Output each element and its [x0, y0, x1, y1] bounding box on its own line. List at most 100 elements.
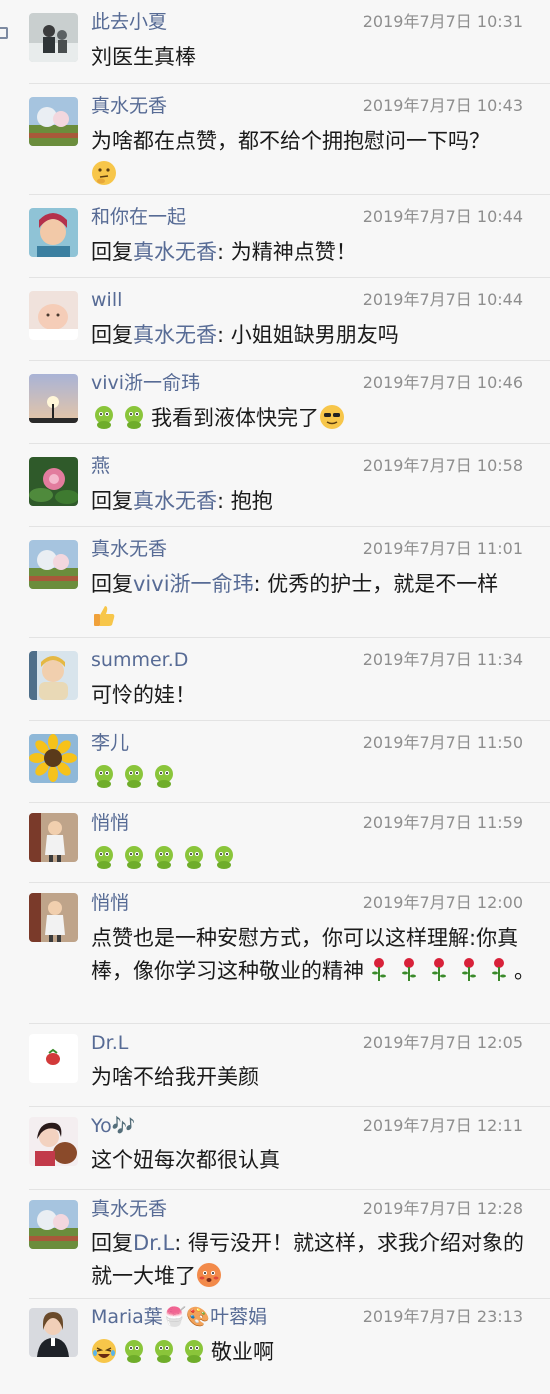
reply-to-link[interactable]: vivi浙一俞玮	[133, 572, 254, 596]
green-face-emoji-icon	[91, 763, 117, 789]
reply-prefix: 回复	[91, 572, 133, 596]
comment-text: 可怜的娃！	[91, 679, 536, 712]
comment-item[interactable]: 真水无香 2019年7月7日 12:28 回复Dr.L: 得亏没开！就这样，求我…	[0, 1190, 550, 1299]
avatar[interactable]	[29, 374, 78, 423]
comment-time: 2019年7月7日 12:00	[362, 893, 523, 912]
avatar[interactable]	[29, 208, 78, 257]
avatar[interactable]	[29, 734, 78, 783]
thumbs-up-emoji-icon	[91, 603, 117, 629]
avatar[interactable]	[29, 457, 78, 506]
green-face-emoji-icon	[121, 404, 147, 430]
comment-item[interactable]: Dr.L 2019年7月7日 12:05 为啥不给我开美颜	[0, 1024, 550, 1107]
rose-icon	[458, 957, 480, 983]
comment-text-body: 点赞也是一种安慰方式，你可以这样理解:你真棒，像你学习这种敬业的精神	[91, 926, 519, 983]
comment-text: 回复真水无香: 为精神点赞！	[91, 236, 536, 269]
reply-to-link[interactable]: 真水无香	[133, 323, 217, 347]
comment-text: 回复Dr.L: 得亏没开！就这样，求我介绍对象的就一大堆了	[91, 1227, 536, 1293]
comment-text: 为啥不给我开美颜	[91, 1061, 536, 1094]
sunglasses-emoji-icon	[319, 404, 345, 430]
comment-author[interactable]: 真水无香	[91, 537, 167, 561]
reply-prefix: 回复	[91, 489, 133, 513]
avatar[interactable]	[29, 1034, 78, 1083]
comment-text: 点赞也是一种安慰方式，你可以这样理解:你真棒，像你学习这种敬业的精神。	[91, 922, 536, 988]
avatar[interactable]	[29, 13, 78, 62]
comment-text-body: : 优秀的护士，就是不一样	[253, 572, 499, 596]
comment-text-body: : 为精神点赞！	[217, 240, 357, 264]
green-face-emoji-icon	[151, 1338, 177, 1364]
comment-author[interactable]: Maria葉🍧🎨叶蓉娟	[91, 1305, 267, 1329]
avatar[interactable]	[29, 893, 78, 942]
comment-author[interactable]: 真水无香	[91, 1197, 167, 1221]
reply-to-link[interactable]: 真水无香	[133, 489, 217, 513]
avatar[interactable]	[29, 540, 78, 589]
comment-text-end: 。	[514, 959, 535, 983]
avatar[interactable]	[29, 813, 78, 862]
comment-text: 刘医生真棒	[91, 41, 536, 74]
comment-text-body: 刘医生真棒	[91, 45, 196, 69]
rose-icon	[368, 957, 390, 983]
comment-text	[91, 842, 536, 875]
comment-text-body: 我看到液体快完了	[151, 406, 319, 430]
green-face-emoji-icon	[181, 1338, 207, 1364]
avatar[interactable]	[29, 651, 78, 700]
comment-text: 敬业啊	[91, 1336, 536, 1369]
green-face-emoji-icon	[151, 844, 177, 870]
avatar[interactable]	[29, 1117, 78, 1166]
comment-author[interactable]: summer.D	[91, 648, 188, 672]
green-face-emoji-icon	[181, 844, 207, 870]
comment-author[interactable]: 李儿	[91, 731, 129, 755]
comment-text	[91, 761, 536, 794]
comment-time: 2019年7月7日 10:58	[362, 456, 523, 475]
avatar[interactable]	[29, 291, 78, 340]
reply-to-link[interactable]: Dr.L	[133, 1231, 174, 1255]
green-face-emoji-icon	[211, 844, 237, 870]
reply-to-link[interactable]: 真水无香	[133, 240, 217, 264]
rose-icon	[488, 957, 510, 983]
comment-text-body: 这个妞每次都很认真	[91, 1148, 280, 1172]
comment-author[interactable]: Dr.L	[91, 1031, 128, 1055]
comment-text: 这个妞每次都很认真	[91, 1144, 536, 1177]
comment-item[interactable]: 燕 2019年7月7日 10:58 回复真水无香: 抱抱	[0, 444, 550, 527]
comment-time: 2019年7月7日 12:05	[362, 1033, 523, 1052]
avatar[interactable]	[29, 1308, 78, 1357]
comment-item[interactable]: Maria葉🍧🎨叶蓉娟 2019年7月7日 23:13 敬业啊	[0, 1299, 550, 1394]
comment-item[interactable]: 此去小夏 2019年7月7日 10:31 刘医生真棒	[0, 0, 550, 84]
comment-author[interactable]: Yo🎶	[91, 1114, 135, 1138]
green-face-emoji-icon	[121, 1338, 147, 1364]
comment-item[interactable]: Yo🎶 2019年7月7日 12:11 这个妞每次都很认真	[0, 1107, 550, 1190]
comment-text: 为啥都在点赞，都不给个拥抱慰问一下吗？	[91, 125, 536, 191]
comment-item[interactable]: summer.D 2019年7月7日 11:34 可怜的娃！	[0, 638, 550, 721]
comment-text: 我看到液体快完了	[91, 402, 536, 435]
avatar[interactable]	[29, 97, 78, 146]
comment-author[interactable]: 燕	[91, 454, 110, 478]
comment-item[interactable]: 真水无香 2019年7月7日 11:01 回复vivi浙一俞玮: 优秀的护士，就…	[0, 527, 550, 638]
comment-time: 2019年7月7日 12:28	[362, 1199, 523, 1218]
avatar[interactable]	[29, 1200, 78, 1249]
comment-item[interactable]: will 2019年7月7日 10:44 回复真水无香: 小姐姐缺男朋友吗	[0, 278, 550, 361]
rose-icon	[428, 957, 450, 983]
comment-author[interactable]: vivi浙一俞玮	[91, 371, 200, 395]
comment-item[interactable]: 和你在一起 2019年7月7日 10:44 回复真水无香: 为精神点赞！	[0, 195, 550, 278]
comment-author[interactable]: 悄悄	[91, 891, 129, 915]
comment-time: 2019年7月7日 11:59	[362, 813, 523, 832]
comment-item[interactable]: vivi浙一俞玮 2019年7月7日 10:46 我看到液体快完了	[0, 361, 550, 444]
comment-author[interactable]: 真水无香	[91, 94, 167, 118]
green-face-emoji-icon	[151, 763, 177, 789]
comment-author[interactable]: 此去小夏	[91, 10, 167, 34]
comment-time: 2019年7月7日 11:34	[362, 650, 523, 669]
reply-prefix: 回复	[91, 323, 133, 347]
comment-item[interactable]: 李儿 2019年7月7日 11:50	[0, 721, 550, 803]
comment-time: 2019年7月7日 10:46	[362, 373, 523, 392]
green-face-emoji-icon	[121, 844, 147, 870]
comment-author[interactable]: 和你在一起	[91, 205, 186, 229]
comment-time: 2019年7月7日 12:11	[362, 1116, 523, 1135]
comment-text-body: 为啥不给我开美颜	[91, 1065, 259, 1089]
comment-author[interactable]: 悄悄	[91, 811, 129, 835]
comment-item[interactable]: 悄悄 2019年7月7日 11:59	[0, 803, 550, 883]
comment-item[interactable]: 悄悄 2019年7月7日 12:00 点赞也是一种安慰方式，你可以这样理解:你真…	[0, 883, 550, 1024]
comment-author[interactable]: will	[91, 288, 122, 312]
comment-item[interactable]: 真水无香 2019年7月7日 10:43 为啥都在点赞，都不给个拥抱慰问一下吗？	[0, 84, 550, 195]
comment-text-body: : 小姐姐缺男朋友吗	[217, 323, 399, 347]
comment-text-body: 可怜的娃！	[91, 683, 196, 707]
comment-time: 2019年7月7日 11:50	[362, 733, 523, 752]
